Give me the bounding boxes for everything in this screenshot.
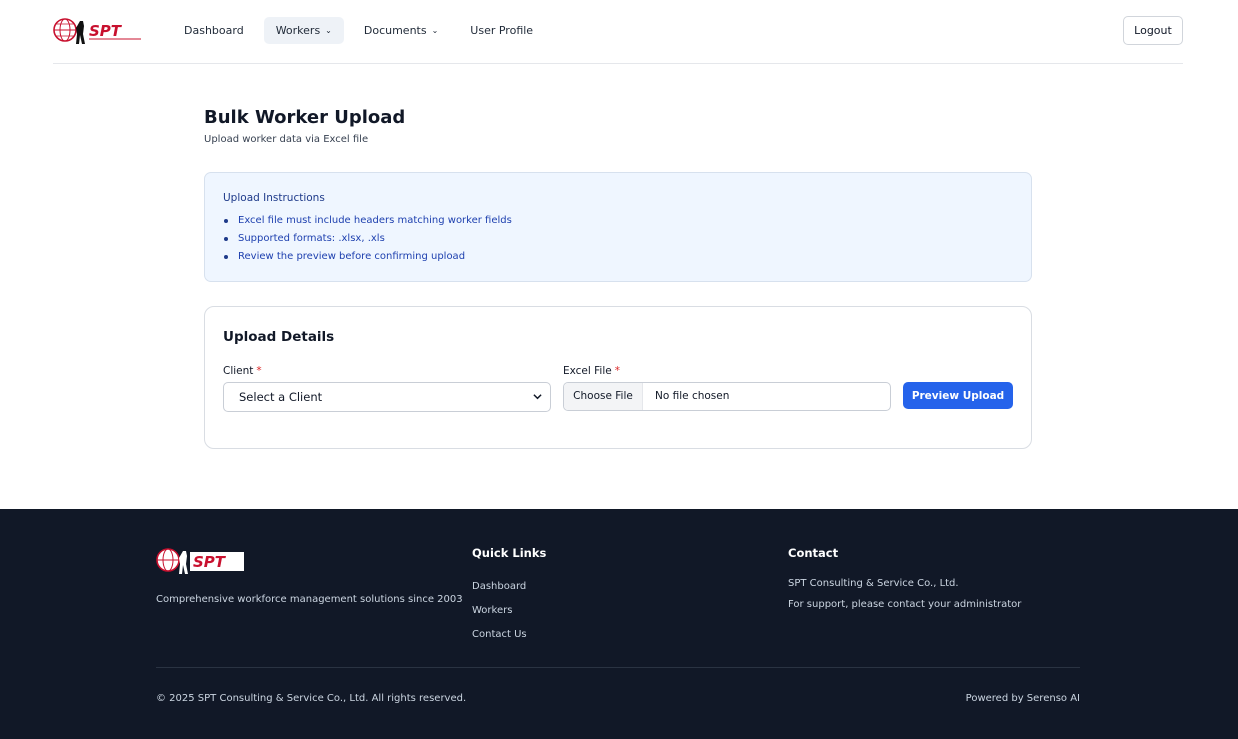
- required-mark: *: [614, 365, 620, 377]
- client-label: Client *: [223, 365, 262, 377]
- footer: SPT Comprehensive workforce management s…: [0, 509, 1238, 739]
- chevron-down-icon: [533, 394, 542, 400]
- nav-documents-label: Documents: [363, 24, 427, 37]
- upload-details-title: Upload Details: [223, 329, 335, 345]
- chevron-down-icon: ⌄: [431, 26, 439, 35]
- excel-file-input[interactable]: Choose File No file chosen: [563, 382, 891, 411]
- instruction-item: Excel file must include headers matching…: [223, 212, 1013, 230]
- main-nav: Dashboard Workers ⌄ Documents ⌄ User Profi…: [172, 17, 553, 44]
- quick-links-title: Quick Links: [472, 546, 547, 560]
- excel-file-label-text: Excel File: [563, 365, 612, 377]
- nav-documents[interactable]: Documents ⌄: [352, 17, 450, 44]
- spt-logo[interactable]: SPT: [53, 14, 143, 46]
- choose-file-button[interactable]: Choose File: [564, 383, 643, 410]
- nav-workers[interactable]: Workers ⌄: [263, 17, 344, 44]
- instruction-item: Supported formats: .xlsx, .xls: [223, 230, 1013, 248]
- footer-copyright: © 2025 SPT Consulting & Service Co., Ltd…: [156, 693, 467, 704]
- instruction-item: Review the preview before confirming upl…: [223, 248, 1013, 266]
- footer-link-contact-us[interactable]: Contact Us: [472, 629, 527, 640]
- footer-spt-logo: SPT: [156, 544, 246, 576]
- file-status-text: No file chosen: [655, 390, 730, 402]
- nav-user-profile[interactable]: User Profile: [458, 17, 545, 44]
- upload-instructions-panel: Upload Instructions Excel file must incl…: [204, 172, 1032, 282]
- client-select-value: Select a Client: [239, 390, 323, 404]
- nav-dashboard-label: Dashboard: [184, 24, 244, 37]
- preview-upload-button[interactable]: Preview Upload: [903, 382, 1013, 409]
- nav-dashboard[interactable]: Dashboard: [172, 17, 256, 44]
- instructions-title: Upload Instructions: [223, 192, 325, 204]
- excel-file-label: Excel File *: [563, 365, 620, 377]
- client-select[interactable]: Select a Client: [223, 382, 551, 412]
- footer-logo-text: SPT: [193, 553, 227, 571]
- required-mark: *: [256, 365, 262, 377]
- nav-workers-label: Workers: [275, 24, 321, 37]
- instructions-list: Excel file must include headers matching…: [223, 212, 1013, 266]
- nav-user-profile-label: User Profile: [470, 24, 534, 37]
- footer-link-dashboard[interactable]: Dashboard: [472, 581, 526, 592]
- chevron-down-icon: ⌄: [325, 26, 332, 35]
- contact-title: Contact: [788, 546, 839, 560]
- logout-button[interactable]: Logout: [1123, 16, 1183, 45]
- footer-description: Comprehensive workforce management solut…: [156, 594, 463, 605]
- upload-details-card: Upload Details Client * Select a Client E…: [204, 306, 1032, 449]
- page-title: Bulk Worker Upload: [204, 107, 406, 128]
- page-subtitle: Upload worker data via Excel file: [204, 134, 369, 145]
- logo-text: SPT: [89, 22, 123, 40]
- client-label-text: Client: [223, 365, 254, 377]
- footer-divider: [156, 667, 1080, 668]
- contact-company: SPT Consulting & Service Co., Ltd.: [788, 578, 959, 589]
- footer-link-workers[interactable]: Workers: [472, 605, 512, 616]
- contact-support-note: For support, please contact your adminis…: [788, 599, 1022, 610]
- top-nav-bar: SPT Dashboard Workers ⌄ Documents ⌄ User P…: [53, 0, 1183, 64]
- footer-powered-by: Powered by Serenso AI: [965, 693, 1080, 704]
